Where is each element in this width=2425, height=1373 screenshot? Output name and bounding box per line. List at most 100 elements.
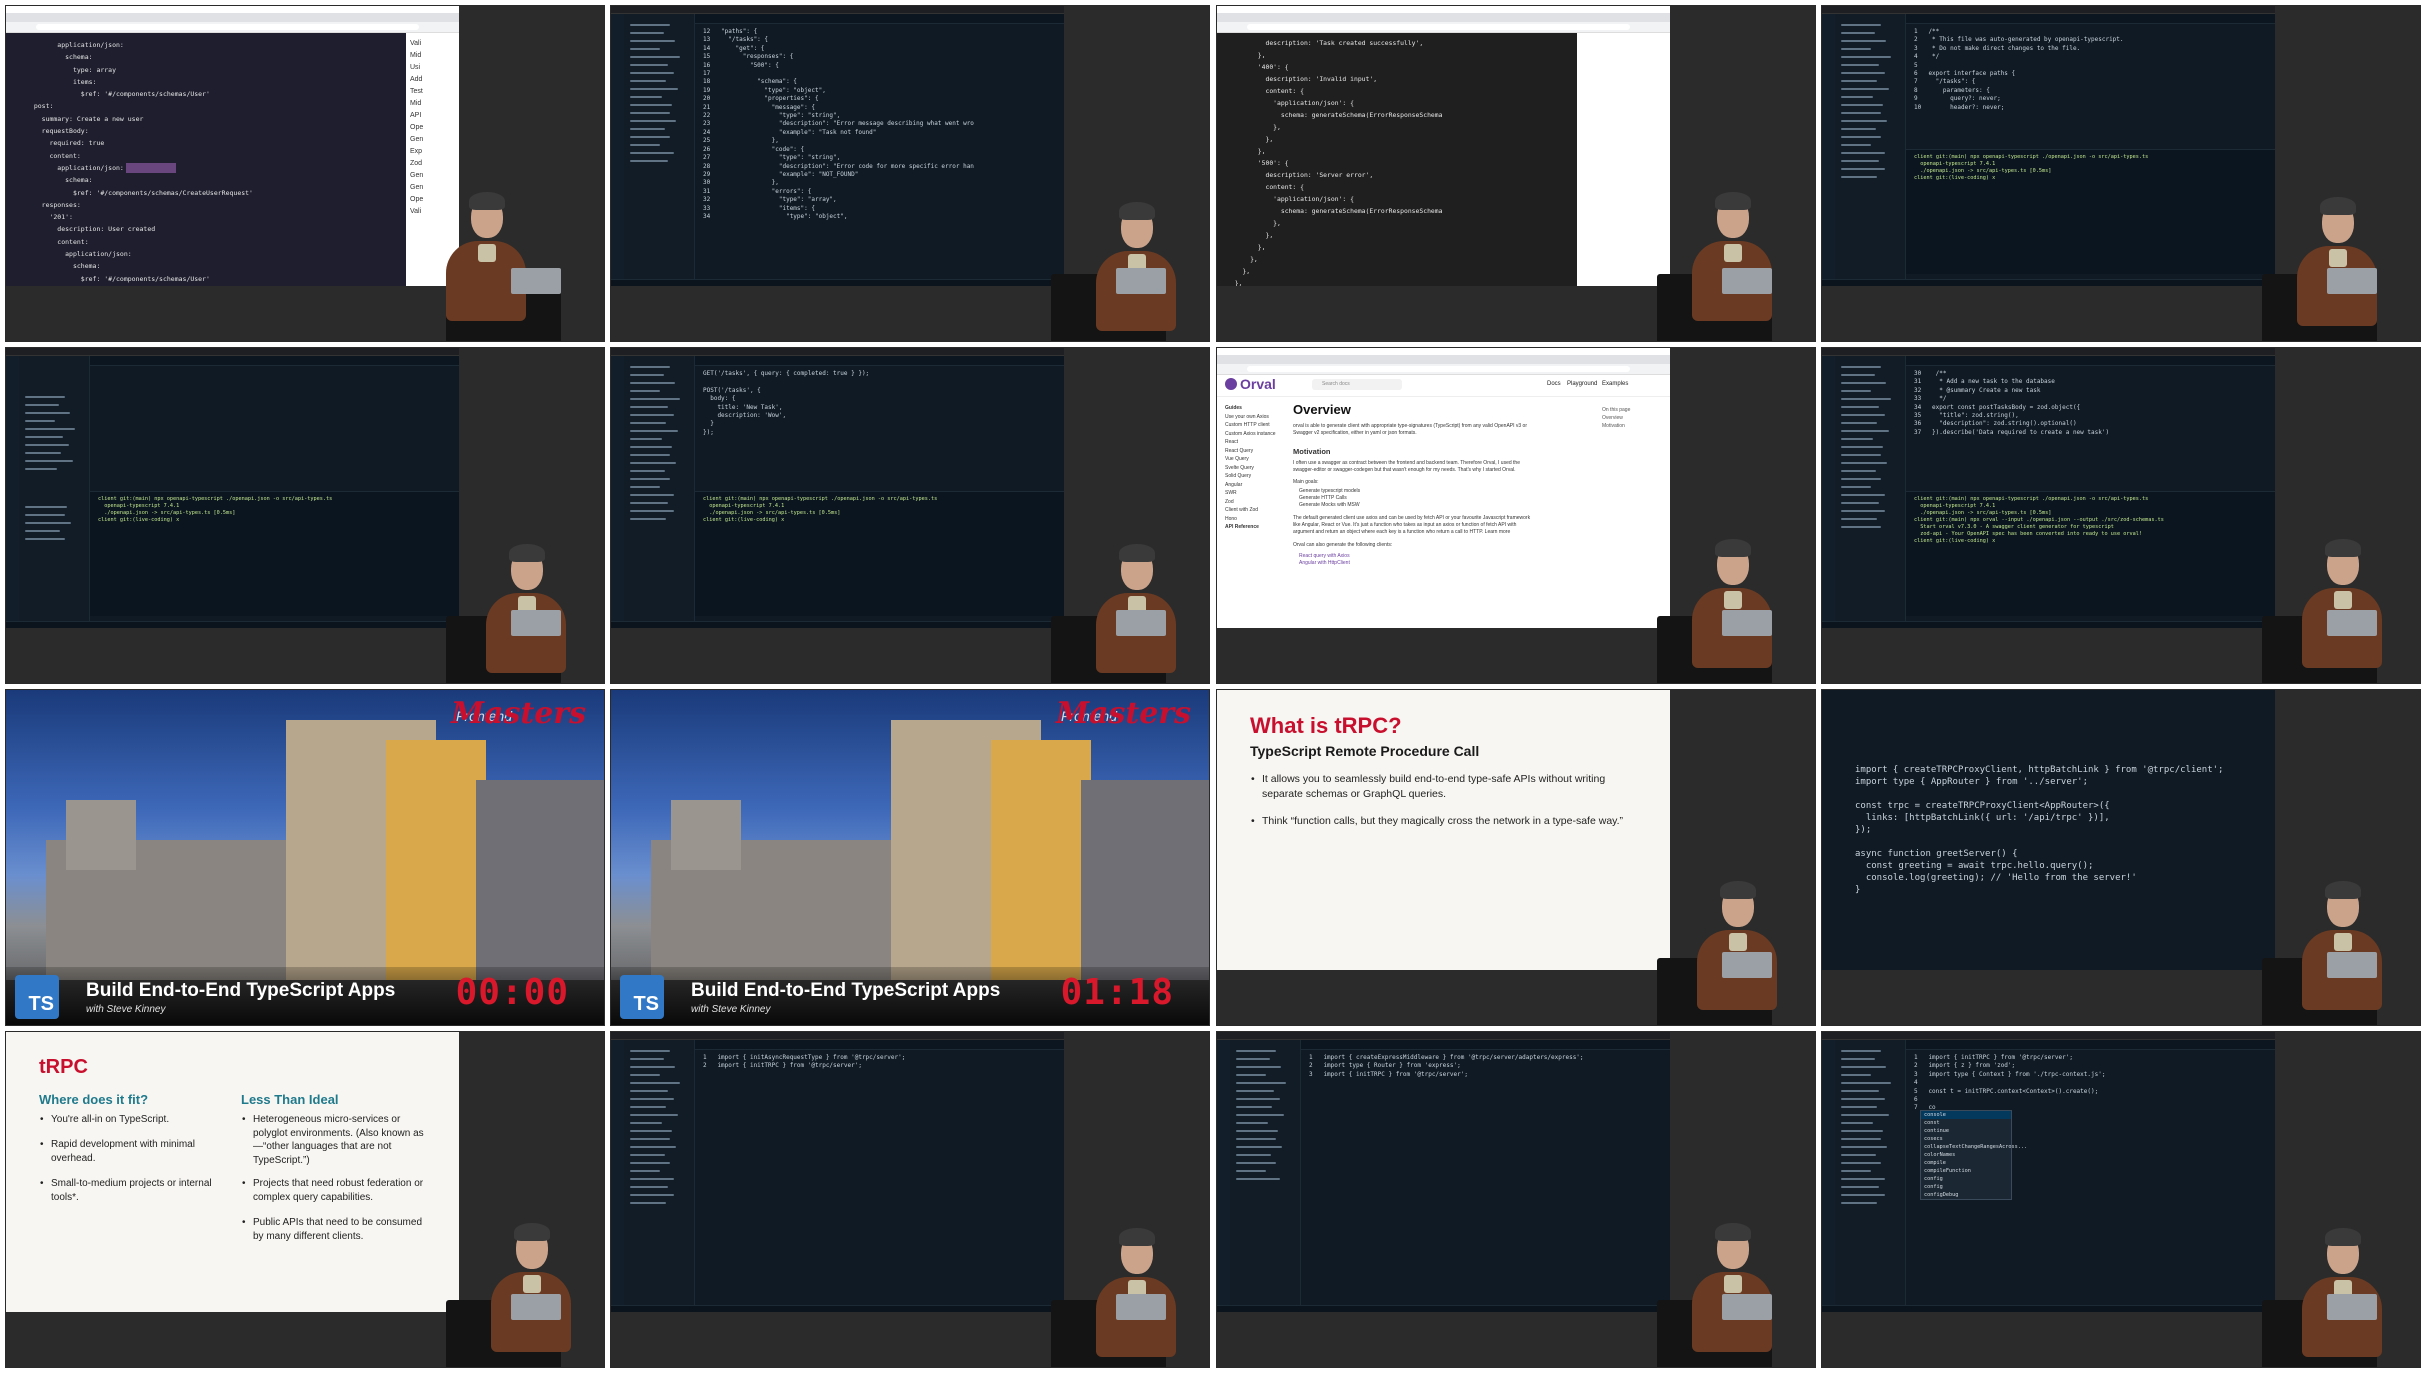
file-explorer[interactable] xyxy=(624,14,695,280)
sidebar-link[interactable]: Vue Query xyxy=(1225,455,1277,464)
video-frame-16[interactable]: 1 import { initTRPC } from '@trpc/server… xyxy=(1821,1031,2421,1368)
video-frame-1[interactable]: application/json: schema: type: array it… xyxy=(5,5,605,342)
video-frame-13[interactable]: tRPC Where does it fit? You're all-in on… xyxy=(5,1031,605,1368)
editor-tabs[interactable] xyxy=(695,1040,1064,1050)
terminal-panel[interactable]: client git:(main) npx openapi-typescript… xyxy=(90,491,459,616)
video-frame-9[interactable]: Frontend Masters TS Build End-to-End Typ… xyxy=(5,689,605,1026)
browser-tabs[interactable] xyxy=(1217,13,1670,22)
sidebar-link[interactable]: Angular xyxy=(1225,481,1277,490)
activity-bar[interactable] xyxy=(1822,1040,1836,1306)
editor-tabs[interactable] xyxy=(695,356,1064,366)
activity-bar[interactable] xyxy=(1822,14,1836,280)
editor-tabs[interactable] xyxy=(1906,1040,2275,1050)
video-frame-4[interactable]: 1 /** 2 * This file was auto-generated by… xyxy=(1821,5,2421,342)
sidebar-link[interactable]: Use your own Axios xyxy=(1225,413,1277,422)
editor-tabs[interactable] xyxy=(1906,14,2275,24)
video-frame-10[interactable]: Frontend Masters TS Build End-to-End Typ… xyxy=(610,689,1210,1026)
toc-link[interactable]: On this page xyxy=(1602,406,1662,414)
autocomplete-item[interactable]: config xyxy=(1921,1183,2011,1191)
editor-pane[interactable]: 1 /** 2 * This file was auto-generated by… xyxy=(1906,14,2275,280)
autocomplete-dropdown[interactable]: console const continue cosecs collapseTextCh… xyxy=(1920,1110,2027,1200)
docs-search[interactable]: Search docs xyxy=(1312,379,1402,390)
autocomplete-item[interactable]: continue xyxy=(1921,1127,2011,1135)
file-explorer[interactable] xyxy=(624,356,695,622)
autocomplete-item[interactable]: colorNames xyxy=(1921,1151,2011,1159)
autocomplete-item[interactable]: configDebug xyxy=(1921,1191,2011,1199)
editor-pane[interactable]: 1 import { createExpressMiddleware } fro… xyxy=(1301,1040,1670,1306)
address-bar[interactable] xyxy=(1217,22,1670,33)
editor-tabs[interactable] xyxy=(1301,1040,1670,1050)
autocomplete-item[interactable]: collapseTextChangeRangesAcross... xyxy=(1921,1143,2027,1151)
status-bar xyxy=(1822,279,2275,286)
editor-pane[interactable]: GET('/tasks', { query: { completed: true… xyxy=(695,356,1064,622)
file-explorer[interactable] xyxy=(1835,1040,1906,1306)
editor-pane[interactable]: 1 import { initTRPC } from '@trpc/server… xyxy=(1906,1040,2275,1306)
video-frame-15[interactable]: 1 import { createExpressMiddleware } fro… xyxy=(1216,1031,1816,1368)
nav-examples[interactable]: Examples xyxy=(1602,381,1628,387)
client-link[interactable]: Angular with HttpClient xyxy=(1299,560,1533,567)
video-frame-7[interactable]: Orval Search docs Docs Playground Exampl… xyxy=(1216,347,1816,684)
toc-link[interactable]: Motivation xyxy=(1602,422,1662,430)
sidebar-link[interactable]: Custom HTTP client xyxy=(1225,421,1277,430)
activity-bar[interactable] xyxy=(1822,356,1836,622)
sidebar-link[interactable]: Solid Query xyxy=(1225,472,1277,481)
sidebar-link[interactable]: API Reference xyxy=(1225,523,1277,532)
editor-pane[interactable]: 1 import { initAsyncRequestType } from '… xyxy=(695,1040,1064,1306)
nav-docs[interactable]: Docs xyxy=(1547,381,1561,387)
autocomplete-item[interactable]: console xyxy=(1921,1111,2011,1119)
activity-bar[interactable] xyxy=(6,356,20,622)
sidebar-link[interactable]: Hono xyxy=(1225,515,1277,524)
terminal-panel[interactable]: client git:(main) npx openapi-typescript… xyxy=(695,491,1064,616)
terminal-line: openapi-typescript 7.4.1 xyxy=(1914,161,1996,167)
sidebar-link[interactable]: React Query xyxy=(1225,447,1277,456)
file-explorer[interactable] xyxy=(624,1040,695,1306)
editor-tabs[interactable] xyxy=(90,356,459,366)
editor-tabs[interactable] xyxy=(1906,356,2275,366)
file-explorer[interactable] xyxy=(1835,14,1906,280)
video-frame-8[interactable]: 30 /** 31 * Add a new task to the databas… xyxy=(1821,347,2421,684)
browser-tabs[interactable] xyxy=(1217,355,1670,364)
code-line: 7 "/tasks": { xyxy=(1914,78,1976,86)
client-link[interactable]: React query with Axios xyxy=(1299,553,1533,560)
activity-bar[interactable] xyxy=(611,1040,625,1306)
terminal-panel[interactable]: client git:(main) npx openapi-typescript… xyxy=(1906,491,2275,616)
file-explorer[interactable] xyxy=(19,356,90,622)
autocomplete-item[interactable]: compile xyxy=(1921,1159,2011,1167)
code-line: 2 * This file was auto-generated by open… xyxy=(1914,36,2124,44)
nav-playground[interactable]: Playground xyxy=(1567,381,1597,387)
sidebar-link[interactable]: Custom Axios instance xyxy=(1225,430,1277,439)
video-frame-3[interactable]: description: 'Task created successfully'… xyxy=(1216,5,1816,342)
video-frame-12[interactable]: import { createTRPCProxyClient, httpBatc… xyxy=(1821,689,2421,1026)
autocomplete-item[interactable]: const xyxy=(1921,1119,2011,1127)
video-frame-11[interactable]: What is tRPC? TypeScript Remote Procedur… xyxy=(1216,689,1816,1026)
brand-name[interactable]: Orval xyxy=(1240,376,1276,392)
video-frame-2[interactable]: 12 "paths": {13 "/tasks": {14 "get": {15… xyxy=(610,5,1210,342)
editor-pane[interactable]: 30 /** 31 * Add a new task to the databas… xyxy=(1906,356,2275,622)
activity-bar[interactable] xyxy=(1217,1040,1231,1306)
video-frame-5[interactable]: client git:(main) npx openapi-typescript… xyxy=(5,347,605,684)
sidebar-link[interactable]: Svelte Query xyxy=(1225,464,1277,473)
toc-link[interactable]: Overview xyxy=(1602,414,1662,422)
editor-tabs[interactable] xyxy=(695,14,1064,24)
activity-bar[interactable] xyxy=(611,356,625,622)
sidebar-link[interactable]: Guides xyxy=(1225,404,1277,413)
sidebar-link[interactable]: Zod xyxy=(1225,498,1277,507)
address-bar[interactable] xyxy=(6,22,459,33)
autocomplete-item[interactable]: cosecs xyxy=(1921,1135,2011,1143)
video-frame-14[interactable]: 1 import { initAsyncRequestType } from '… xyxy=(610,1031,1210,1368)
file-explorer[interactable] xyxy=(1230,1040,1301,1306)
video-frame-6[interactable]: GET('/tasks', { query: { completed: true… xyxy=(610,347,1210,684)
code-line: }, xyxy=(1227,255,1258,263)
terminal-panel[interactable]: client git:(main) npx openapi-typescript… xyxy=(1906,149,2275,274)
autocomplete-item[interactable]: compileFunction xyxy=(1921,1167,2011,1175)
editor-pane[interactable]: client git:(main) npx openapi-typescript… xyxy=(90,356,459,622)
sidebar-link[interactable]: Client with Zod xyxy=(1225,506,1277,515)
sidebar-link[interactable]: React xyxy=(1225,438,1277,447)
activity-bar[interactable] xyxy=(611,14,625,280)
code-line: 23 "description": "Error message describ… xyxy=(703,120,974,128)
editor-pane[interactable]: 12 "paths": {13 "/tasks": {14 "get": {15… xyxy=(695,14,1064,280)
sidebar-link[interactable]: SWR xyxy=(1225,489,1277,498)
file-explorer[interactable] xyxy=(1835,356,1906,622)
autocomplete-item[interactable]: config xyxy=(1921,1175,2011,1183)
browser-tabs[interactable] xyxy=(6,13,459,22)
